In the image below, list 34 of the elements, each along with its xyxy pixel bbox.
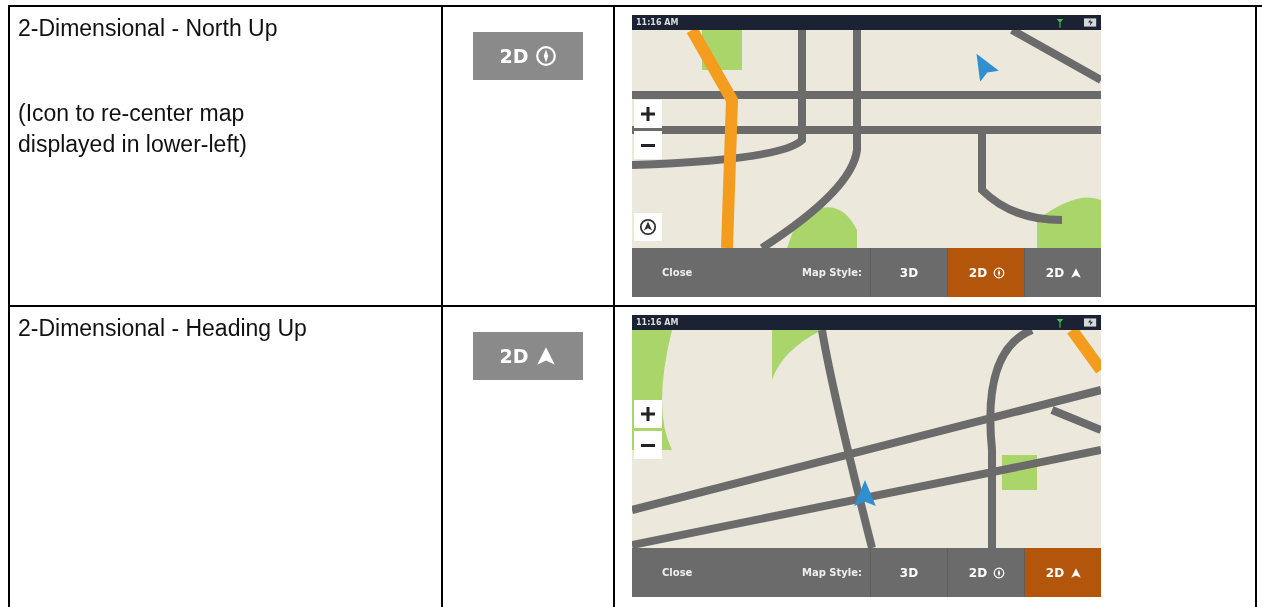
battery-icon — [1084, 18, 1097, 27]
signal-icon — [1056, 317, 1064, 328]
plus-icon — [641, 407, 655, 421]
map-style-option[interactable]: 2D — [1024, 548, 1101, 597]
mode-name: 2-Dimensional - Heading Up — [18, 314, 308, 343]
map-style-option[interactable]: 2D — [947, 248, 1024, 297]
map-style-label: Map Style: — [801, 267, 862, 278]
mode-name: 2-Dimensional - North Up — [18, 14, 279, 43]
recenter-icon — [639, 218, 657, 236]
zoom-out-button[interactable] — [634, 131, 662, 159]
map-style-option[interactable]: 3D — [870, 548, 947, 597]
compass-icon — [993, 266, 1006, 279]
minus-icon — [641, 143, 655, 147]
clock-time: 11:16 AM — [636, 18, 680, 27]
mode-note: (Icon to re-center map displayed in lower-left) — [18, 99, 248, 160]
map-style-label: Map Style: — [801, 567, 862, 578]
zoom-in-button[interactable] — [634, 100, 662, 128]
map-style-option[interactable]: 2D — [1024, 248, 1101, 297]
location-arrow-icon — [854, 480, 876, 506]
battery-icon — [1084, 318, 1097, 327]
close-button[interactable]: Close — [632, 248, 712, 297]
navigation-arrow-icon — [534, 345, 557, 367]
minus-icon — [641, 443, 655, 447]
plus-icon — [641, 107, 655, 121]
navigation-arrow-icon — [1070, 266, 1083, 279]
signal-icon — [1056, 17, 1064, 28]
close-button[interactable]: Close — [632, 548, 712, 597]
clock-time: 11:16 AM — [636, 318, 680, 327]
navigation-arrow-icon — [1070, 566, 1083, 579]
compass-icon — [993, 566, 1006, 579]
compass-icon — [534, 45, 557, 67]
recenter-button[interactable] — [634, 213, 662, 241]
zoom-out-button[interactable] — [634, 431, 662, 459]
zoom-in-button[interactable] — [634, 400, 662, 428]
